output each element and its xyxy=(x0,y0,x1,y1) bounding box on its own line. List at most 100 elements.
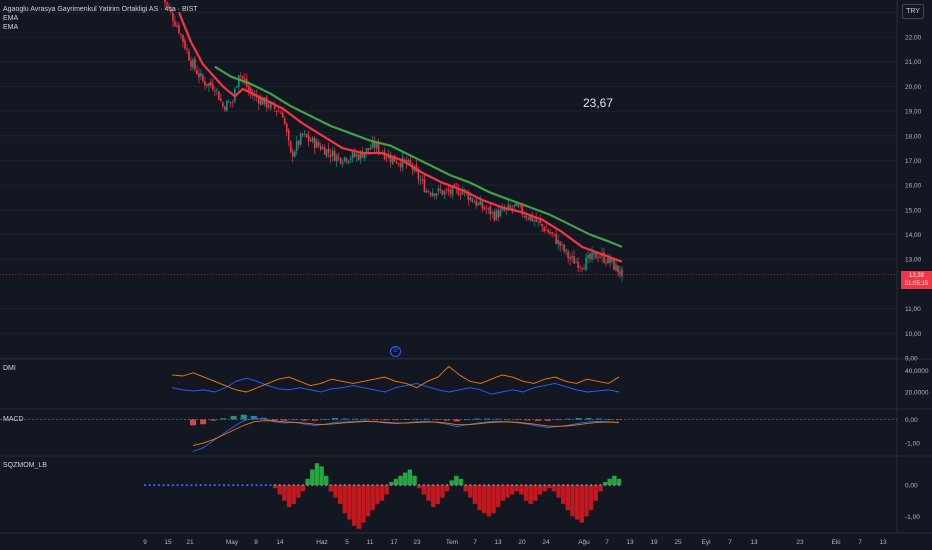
dividend-event-marker[interactable]: D xyxy=(390,346,401,357)
sqz-momentum-bar xyxy=(286,485,292,507)
candle-body xyxy=(257,97,260,104)
sqz-state-dot xyxy=(557,484,560,487)
dmi-tick-label: 20,0000 xyxy=(905,390,929,397)
sqz-state-dot xyxy=(195,484,198,487)
macd-hist-bar xyxy=(565,418,572,420)
pane-label-dmi[interactable]: DMI xyxy=(3,365,16,372)
sqz-momentum-bar xyxy=(426,485,431,501)
sqz-state-dot xyxy=(260,484,263,487)
sqz-state-dot xyxy=(325,484,328,487)
candle-body xyxy=(423,179,426,193)
sqz-state-dot xyxy=(548,484,551,487)
y-tick-label: 11,00 xyxy=(905,306,921,313)
candle-body xyxy=(297,140,300,145)
sqz-state-dot xyxy=(157,484,161,487)
candle-body xyxy=(589,253,591,259)
macd-hist-bar xyxy=(545,419,551,421)
candle-body xyxy=(337,156,340,158)
candle-body xyxy=(449,190,452,194)
candle-body xyxy=(307,135,310,141)
ema-legend-2[interactable]: EMA xyxy=(3,24,18,32)
sqz-state-dot xyxy=(580,484,583,487)
sqz-momentum-bar xyxy=(612,475,617,486)
sqz-state-dot xyxy=(594,484,597,487)
sqz-momentum-bar xyxy=(435,485,440,504)
macd-hist-bar xyxy=(281,419,288,421)
pane-label-sqzmom[interactable]: SQZMOM_LB xyxy=(3,462,47,469)
sqz-momentum-bar xyxy=(495,485,501,507)
candle-body xyxy=(357,154,360,160)
candle-body xyxy=(583,268,585,270)
sqz-state-dot xyxy=(436,484,439,487)
ema-legend-1[interactable]: EMA xyxy=(3,15,18,23)
sqz-momentum-bar xyxy=(593,485,598,501)
sqz-state-dot xyxy=(329,484,332,487)
x-tick-label: 17 xyxy=(390,539,398,546)
macd-hist-bar xyxy=(210,419,217,421)
macd-hist-bar xyxy=(616,419,622,421)
candle-body xyxy=(439,189,442,191)
sqz-state-dot xyxy=(473,484,477,487)
candle-body xyxy=(477,203,480,205)
macd-hist-bar xyxy=(514,419,521,421)
candle-body xyxy=(537,220,539,222)
sqz-state-dot xyxy=(538,484,542,487)
candle-body xyxy=(238,75,240,87)
candle-body xyxy=(491,211,494,214)
pane-label-macd[interactable]: MACD xyxy=(3,416,24,423)
macd-hist-bar xyxy=(403,419,409,420)
candle-body xyxy=(277,111,280,113)
candle-body xyxy=(222,102,224,107)
sqz-state-dot xyxy=(199,484,202,487)
sqz-state-dot xyxy=(255,484,258,487)
last-price-value: 12,39 xyxy=(908,273,924,279)
sqz-state-dot xyxy=(608,484,611,487)
candle-body xyxy=(559,241,561,247)
candle-body xyxy=(611,259,613,262)
sqz-momentum-bar xyxy=(296,485,301,498)
x-tick-label: 23 xyxy=(413,539,421,546)
candle-body xyxy=(591,252,593,260)
macd-hist-bar xyxy=(362,418,369,420)
x-tick-label: 24 xyxy=(542,539,550,546)
x-tick-label: 25 xyxy=(674,539,682,546)
candle-body xyxy=(517,205,520,207)
y-tick-label: 16,00 xyxy=(905,183,922,190)
candle-body xyxy=(389,156,392,163)
candle-body xyxy=(515,203,518,206)
candle-body xyxy=(503,209,506,211)
symbol-title: Agaoglu Avrasya Gayrimenkul Yatirim Orta… xyxy=(3,6,198,13)
macd-hist-bar xyxy=(474,418,480,420)
candle-body xyxy=(313,138,316,149)
candle-body xyxy=(421,179,424,181)
sqz-state-dot xyxy=(353,484,356,487)
candle-body xyxy=(299,133,302,145)
y-tick-label: 19,00 xyxy=(905,109,922,116)
candle-body xyxy=(509,205,512,208)
candle-body xyxy=(305,133,308,138)
sqz-momentum-bar xyxy=(361,485,366,523)
sqz-state-dot xyxy=(218,484,221,487)
x-tick-label: 13 xyxy=(494,539,502,546)
y-tick-label: 21,00 xyxy=(905,59,922,66)
sqz-state-dot xyxy=(483,484,486,487)
y-tick-label: 13,00 xyxy=(905,257,922,264)
macd-hist-bar xyxy=(372,419,379,421)
sqz-state-dot xyxy=(576,484,579,487)
macd-hist-bar xyxy=(271,419,278,421)
candle-body xyxy=(283,118,286,124)
candle-body xyxy=(182,35,184,42)
candle-body xyxy=(291,151,294,157)
candle-body xyxy=(248,86,250,91)
candle-body xyxy=(198,73,200,78)
candle-body xyxy=(335,155,338,162)
candle-body xyxy=(613,258,615,270)
currency-badge[interactable]: TRY xyxy=(902,4,924,19)
sqz-momentum-bar xyxy=(412,475,417,486)
macd-hist-bar xyxy=(524,419,531,421)
chart-canvas[interactable]: 23,0022,0021,0020,0019,0018,0017,0016,00… xyxy=(0,0,932,550)
candle-body xyxy=(427,191,430,193)
sqz-state-dot xyxy=(278,484,281,487)
candle-body xyxy=(323,147,326,155)
candle-body xyxy=(166,2,168,5)
